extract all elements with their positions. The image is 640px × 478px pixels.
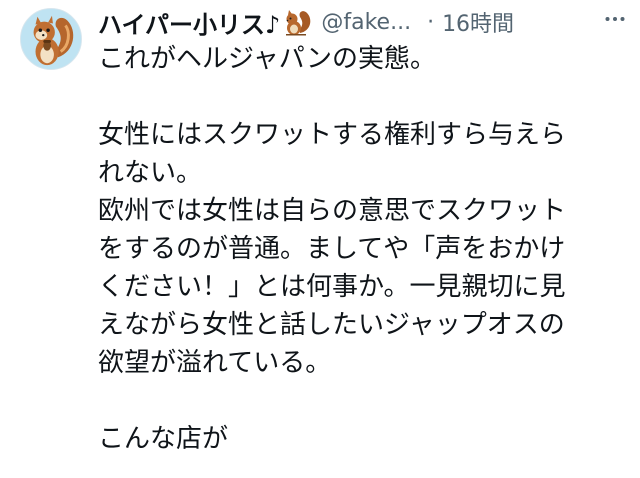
timestamp[interactable]: 16時間 (442, 6, 514, 38)
tweet-text-blank-line (98, 382, 628, 420)
tweet-text-line: をするのが普通。ましてや「声をおかけ (98, 234, 566, 264)
more-options-button[interactable] (600, 4, 630, 34)
separator-dot: · (427, 9, 435, 35)
tweet-text-line: えながら女性と話したいジャップオスの (98, 310, 565, 340)
tweet-text-line: 女性にはスクワットする権利すら与えら (98, 120, 567, 150)
tweet[interactable]: ハイパー小リス♪ @fake... · 16時間 これがヘルジャパンの実態。 女… (0, 0, 640, 478)
squirrel-avatar-icon (21, 9, 81, 69)
tweet-text-line: れない。 (98, 158, 203, 188)
tweet-text-line: これがヘルジャパンの実態。 (98, 44, 437, 74)
avatar[interactable] (20, 8, 82, 70)
more-options-icon (605, 17, 625, 21)
tweet-text-line: ください！」とは何事か。一見親切に見 (98, 272, 566, 302)
tweet-text-line: 欧州では女性は自らの意思でスクワット (98, 196, 567, 226)
display-name[interactable]: ハイパー小リス♪ (98, 5, 280, 40)
tweet-header: ハイパー小リス♪ @fake... · 16時間 (98, 4, 628, 40)
tweet-text-blank-line (98, 78, 628, 116)
user-handle[interactable]: @fake... (321, 10, 411, 35)
tweet-text-line: こんな店が (98, 424, 229, 454)
tweet-text-line: 欲望が溢れている。 (98, 348, 332, 378)
squirrel-icon (283, 7, 313, 37)
tweet-text: これがヘルジャパンの実態。 女性にはスクワットする権利すら与えら れない。 欧州… (98, 40, 628, 458)
